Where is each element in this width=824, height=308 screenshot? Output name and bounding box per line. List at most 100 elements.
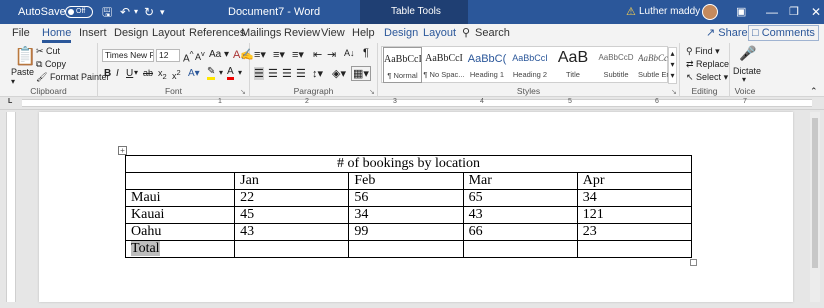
styles-dialog-launcher-icon[interactable]: ↘	[671, 88, 677, 96]
customize-toolbar-icon[interactable]: ▾	[160, 0, 165, 24]
vertical-scrollbar[interactable]	[810, 112, 820, 302]
minimize-icon[interactable]: —	[766, 0, 778, 24]
align-center-icon[interactable]: ☰	[268, 67, 278, 80]
tab-layout[interactable]: Layout	[152, 24, 185, 43]
decrease-indent-icon[interactable]: ⇤	[313, 48, 322, 61]
styles-scroll-icon[interactable]: ▴ ▾ ▾	[668, 47, 677, 84]
style-normal[interactable]: AaBbCcI ¶ Normal	[383, 47, 422, 83]
table-cell[interactable]: 43	[462, 206, 578, 224]
search-box[interactable]: Search	[475, 24, 510, 43]
paste-icon[interactable]: 📋	[14, 46, 36, 67]
text-effects-icon[interactable]: A▾	[188, 68, 200, 79]
table-header-cell[interactable]: Jan	[234, 172, 350, 190]
table-cell[interactable]	[234, 240, 350, 258]
style-subtle-emphasis[interactable]: AaBbCcL Subtle Em...	[638, 47, 668, 83]
table-cell[interactable]: 23	[576, 223, 693, 241]
tab-help[interactable]: Help	[352, 24, 375, 43]
comments-button[interactable]: □ Comments	[748, 25, 819, 41]
data-table[interactable]: # of bookings by location Jan Feb Mar Ap…	[124, 155, 693, 258]
tab-design[interactable]: Design	[114, 24, 148, 43]
redo-icon[interactable]: ↻	[144, 0, 154, 24]
document-page[interactable]: + # of bookings by location Jan Feb Mar …	[39, 112, 793, 302]
shading-icon[interactable]: ◈▾	[332, 67, 346, 80]
style-heading-1[interactable]: AaBbC( Heading 1	[466, 47, 508, 83]
tab-review[interactable]: Review	[284, 24, 320, 43]
table-cell[interactable]: 34	[348, 206, 464, 224]
table-move-handle-icon[interactable]: +	[118, 146, 127, 155]
style-subtitle[interactable]: AaBbCcD Subtitle	[595, 47, 637, 83]
select-button[interactable]: ↖ Select ▾	[686, 72, 728, 83]
tab-file[interactable]: File	[12, 24, 30, 43]
table-cell[interactable]: 34	[576, 189, 693, 207]
tab-selector-icon[interactable]: L	[8, 98, 12, 105]
table-cell[interactable]: 121	[576, 206, 693, 224]
tab-table-design[interactable]: Design	[384, 24, 418, 43]
table-cell[interactable]: 22	[234, 189, 350, 207]
align-left-icon[interactable]: ☰	[254, 67, 264, 80]
table-resize-handle[interactable]	[690, 259, 697, 266]
save-icon[interactable]: 🖫	[102, 0, 112, 24]
bold-button[interactable]: B	[104, 68, 111, 79]
dictate-button[interactable]: Dictate	[733, 66, 761, 76]
numbering-icon[interactable]: ≡▾	[273, 48, 285, 61]
user-name[interactable]: Luther maddy	[639, 0, 700, 24]
sort-icon[interactable]: A↓	[344, 48, 355, 58]
selected-text[interactable]: Total	[131, 241, 160, 256]
paragraph-dialog-launcher-icon[interactable]: ↘	[369, 88, 375, 96]
table-cell[interactable]: 65	[462, 189, 578, 207]
share-button[interactable]: ↗ Share	[706, 24, 748, 43]
grow-font-button[interactable]: A^	[183, 49, 194, 64]
subscript-button[interactable]: x2	[158, 68, 167, 81]
change-case-button[interactable]: Aa ▾	[209, 49, 229, 60]
dictate-dropdown-icon[interactable]: ▾	[742, 75, 746, 84]
table-cell[interactable]: 45	[234, 206, 350, 224]
row-label-cell[interactable]: Kauai	[124, 206, 236, 224]
table-cell[interactable]	[348, 240, 464, 258]
cut-button[interactable]: ✂ Cut	[36, 46, 60, 57]
paste-button[interactable]: Paste	[11, 67, 34, 77]
tab-home[interactable]: Home	[42, 24, 72, 43]
multilevel-list-icon[interactable]: ≡▾	[292, 48, 304, 61]
style-heading-2[interactable]: AaBbCcI Heading 2	[509, 47, 551, 83]
table-cell[interactable]: 43	[234, 223, 350, 241]
style-no-spacing[interactable]: AaBbCcI ¶ No Spac...	[423, 47, 465, 83]
highlight-dropdown-icon[interactable]: ▾	[219, 68, 223, 77]
row-label-cell[interactable]: Total	[124, 240, 236, 258]
table-title-cell[interactable]: # of bookings by location	[125, 155, 692, 173]
underline-dropdown-icon[interactable]: ▾	[134, 68, 138, 77]
show-marks-icon[interactable]: ¶	[363, 47, 369, 59]
paste-dropdown-icon[interactable]: ▾	[11, 77, 15, 86]
tab-view[interactable]: View	[321, 24, 345, 43]
vertical-ruler[interactable]	[6, 112, 16, 302]
ribbon-display-options-icon[interactable]: ▣	[736, 0, 746, 24]
table-cell[interactable]	[124, 172, 236, 190]
tab-mailings[interactable]: Mailings	[241, 24, 281, 43]
style-title[interactable]: AaB Title	[552, 47, 594, 83]
table-cell[interactable]: 66	[462, 223, 578, 241]
font-dialog-launcher-icon[interactable]: ↘	[240, 88, 246, 96]
restore-icon[interactable]: ❐	[789, 0, 799, 24]
close-icon[interactable]: ✕	[811, 0, 821, 24]
find-button[interactable]: ⚲ Find ▾	[686, 46, 720, 57]
justify-icon[interactable]: ☰	[296, 67, 306, 80]
superscript-button[interactable]: x2	[172, 68, 181, 81]
underline-button[interactable]: U	[126, 68, 133, 79]
table-header-cell[interactable]: Feb	[348, 172, 464, 190]
replace-button[interactable]: ⇄ Replace	[686, 59, 729, 70]
table-header-cell[interactable]: Mar	[462, 172, 578, 190]
microphone-icon[interactable]: 🎤	[739, 45, 756, 62]
avatar[interactable]	[702, 0, 718, 24]
table-cell[interactable]	[576, 240, 693, 258]
table-cell[interactable]: 99	[348, 223, 464, 241]
copy-button[interactable]: ⧉ Copy	[36, 59, 66, 70]
table-cell[interactable]: 56	[348, 189, 464, 207]
font-size-combo[interactable]: 12	[156, 49, 180, 62]
tab-insert[interactable]: Insert	[79, 24, 107, 43]
italic-button[interactable]: I	[116, 68, 119, 79]
bullets-icon[interactable]: ≡▾	[254, 48, 266, 61]
font-name-combo[interactable]: Times New Ro	[102, 49, 154, 62]
line-spacing-icon[interactable]: ↕▾	[312, 67, 323, 80]
highlight-icon[interactable]: ✎	[207, 67, 216, 80]
row-label-cell[interactable]: Oahu	[124, 223, 236, 241]
font-color-icon[interactable]: A	[227, 67, 234, 80]
